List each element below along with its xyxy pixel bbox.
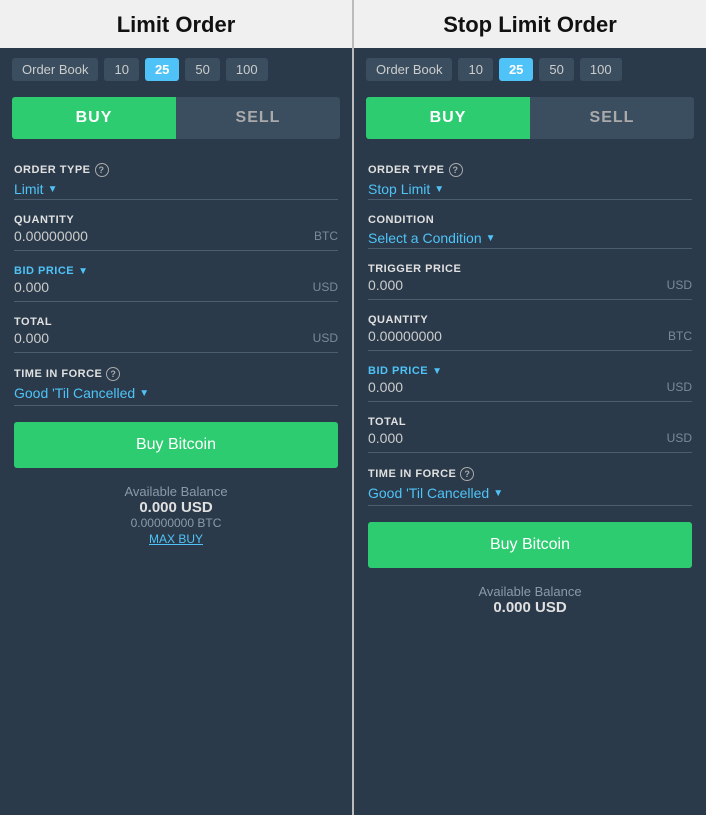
right-ob-10[interactable]: 10 bbox=[458, 58, 492, 81]
left-quantity-label: QUANTITY bbox=[14, 214, 338, 226]
right-total-label: TOTAL bbox=[368, 416, 692, 428]
left-total-value: 0.000 bbox=[14, 330, 49, 346]
left-sell-button[interactable]: SELL bbox=[176, 97, 340, 139]
right-tif-dropdown[interactable]: Good 'Til Cancelled ▼ bbox=[368, 485, 692, 501]
left-order-type-help-icon[interactable]: ? bbox=[95, 163, 109, 177]
left-btc-amount: 0.00000000 BTC bbox=[0, 516, 352, 530]
left-bid-price-dropdown[interactable]: BID PRICE ▼ bbox=[14, 265, 89, 277]
right-trigger-price-unit: USD bbox=[667, 278, 692, 292]
right-condition-label: CONDITION bbox=[368, 214, 692, 226]
left-form: ORDER TYPE ? Limit ▼ QUANTITY 0.00000000… bbox=[0, 149, 352, 406]
left-total-unit: USD bbox=[313, 331, 338, 345]
left-ob-100[interactable]: 100 bbox=[226, 58, 268, 81]
right-panel-title: Stop Limit Order bbox=[354, 0, 706, 48]
right-ob-label: Order Book bbox=[366, 58, 452, 81]
right-quantity-unit: BTC bbox=[668, 329, 692, 343]
right-trigger-price-label: TRIGGER PRICE bbox=[368, 263, 692, 275]
right-condition-dropdown[interactable]: Select a Condition ▼ bbox=[368, 230, 692, 246]
left-ob-10[interactable]: 10 bbox=[104, 58, 138, 81]
left-balance-label: Available Balance bbox=[0, 484, 352, 499]
left-ob-50[interactable]: 50 bbox=[185, 58, 219, 81]
left-available-balance: Available Balance 0.000 USD 0.00000000 B… bbox=[0, 484, 352, 546]
left-panel-title: Limit Order bbox=[0, 0, 352, 48]
right-order-type-help-icon[interactable]: ? bbox=[449, 163, 463, 177]
right-bid-price-label: BID PRICE ▼ bbox=[368, 365, 692, 377]
left-usd-amount: 0.000 USD bbox=[0, 499, 352, 516]
right-quantity-label: QUANTITY bbox=[368, 314, 692, 326]
left-order-book-row: Order Book 10 25 50 100 bbox=[0, 48, 352, 91]
right-form: ORDER TYPE ? Stop Limit ▼ CONDITION Sele… bbox=[354, 149, 706, 506]
left-ob-25[interactable]: 25 bbox=[145, 58, 179, 81]
right-bid-price-dropdown[interactable]: BID PRICE ▼ bbox=[368, 365, 443, 377]
right-quantity-value: 0.00000000 bbox=[368, 328, 442, 344]
right-quantity-row: 0.00000000 BTC bbox=[368, 328, 692, 351]
right-tif-label: TIME IN FORCE ? bbox=[368, 467, 692, 481]
left-tif-label: TIME IN FORCE ? bbox=[14, 367, 338, 381]
right-bid-price-arrow-icon: ▼ bbox=[432, 366, 442, 377]
right-order-type-dropdown[interactable]: Stop Limit ▼ bbox=[368, 181, 692, 197]
left-bid-price-label: BID PRICE ▼ bbox=[14, 265, 338, 277]
left-buy-sell-row: BUY SELL bbox=[12, 97, 340, 139]
right-buy-sell-row: BUY SELL bbox=[366, 97, 694, 139]
right-bid-price-row: 0.000 USD bbox=[368, 379, 692, 402]
right-usd-amount: 0.000 USD bbox=[354, 599, 706, 616]
right-tif-arrow-icon: ▼ bbox=[493, 488, 503, 499]
left-tif-help-icon[interactable]: ? bbox=[106, 367, 120, 381]
right-buy-bitcoin-button[interactable]: Buy Bitcoin bbox=[368, 522, 692, 568]
left-order-type-dropdown[interactable]: Limit ▼ bbox=[14, 181, 338, 197]
left-bid-price-value: 0.000 bbox=[14, 279, 49, 295]
right-bid-price-unit: USD bbox=[667, 380, 692, 394]
right-buy-button[interactable]: BUY bbox=[366, 97, 530, 139]
left-tif-dropdown[interactable]: Good 'Til Cancelled ▼ bbox=[14, 385, 338, 401]
left-order-type-label: ORDER TYPE ? bbox=[14, 163, 338, 177]
left-bid-price-row: 0.000 USD bbox=[14, 279, 338, 302]
left-quantity-row: 0.00000000 BTC bbox=[14, 228, 338, 251]
right-ob-50[interactable]: 50 bbox=[539, 58, 573, 81]
right-condition-arrow-icon: ▼ bbox=[486, 233, 496, 244]
left-order-type-arrow-icon: ▼ bbox=[48, 184, 58, 195]
left-total-label: TOTAL bbox=[14, 316, 338, 328]
left-ob-label: Order Book bbox=[12, 58, 98, 81]
left-quantity-value: 0.00000000 bbox=[14, 228, 88, 244]
right-balance-label: Available Balance bbox=[354, 584, 706, 599]
left-buy-button[interactable]: BUY bbox=[12, 97, 176, 139]
right-order-type-arrow-icon: ▼ bbox=[434, 184, 444, 195]
left-max-buy-link[interactable]: MAX BUY bbox=[0, 532, 352, 546]
right-ob-25[interactable]: 25 bbox=[499, 58, 533, 81]
left-quantity-unit: BTC bbox=[314, 229, 338, 243]
right-ob-100[interactable]: 100 bbox=[580, 58, 622, 81]
right-total-unit: USD bbox=[667, 431, 692, 445]
right-order-book-row: Order Book 10 25 50 100 bbox=[354, 48, 706, 91]
right-trigger-price-value: 0.000 bbox=[368, 277, 403, 293]
left-total-row: 0.000 USD bbox=[14, 330, 338, 353]
right-total-row: 0.000 USD bbox=[368, 430, 692, 453]
right-trigger-price-row: 0.000 USD bbox=[368, 277, 692, 300]
right-available-balance: Available Balance 0.000 USD bbox=[354, 584, 706, 616]
right-total-value: 0.000 bbox=[368, 430, 403, 446]
left-bid-price-arrow-icon: ▼ bbox=[78, 266, 88, 277]
right-tif-help-icon[interactable]: ? bbox=[460, 467, 474, 481]
right-bid-price-value: 0.000 bbox=[368, 379, 403, 395]
left-bid-price-unit: USD bbox=[313, 280, 338, 294]
left-tif-arrow-icon: ▼ bbox=[139, 388, 149, 399]
left-buy-bitcoin-button[interactable]: Buy Bitcoin bbox=[14, 422, 338, 468]
right-order-type-label: ORDER TYPE ? bbox=[368, 163, 692, 177]
right-sell-button[interactable]: SELL bbox=[530, 97, 694, 139]
